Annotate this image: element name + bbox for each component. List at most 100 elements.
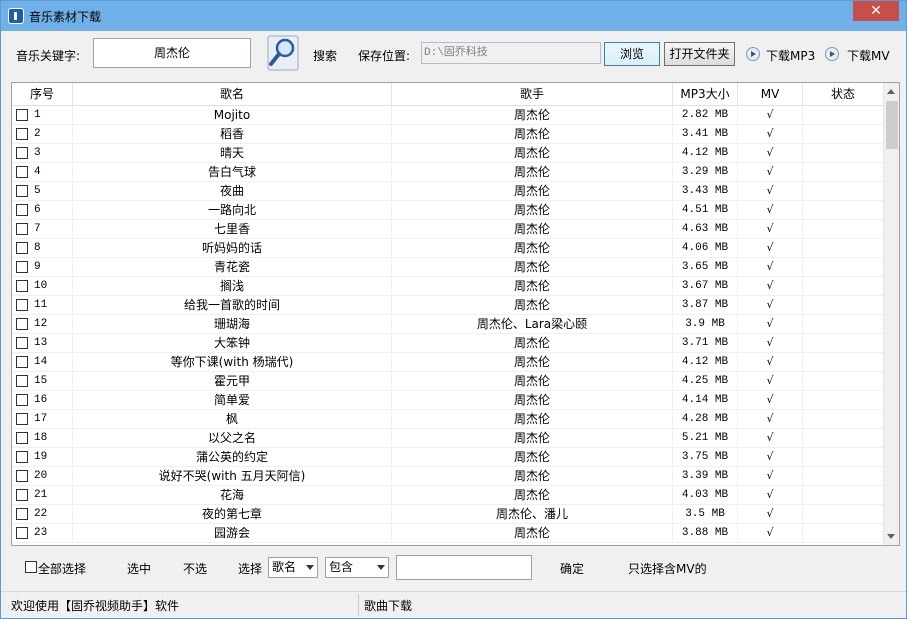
row-checkbox[interactable] [16, 147, 28, 159]
table-row[interactable]: 6 一路向北 周杰伦 4.51 MB √ [12, 201, 884, 220]
col-header-title[interactable]: 歌名 [73, 83, 392, 105]
cell-mv: √ [738, 505, 803, 524]
row-checkbox[interactable] [16, 299, 28, 311]
table-row[interactable]: 1 Mojito 周杰伦 2.82 MB √ [12, 106, 884, 125]
row-checkbox[interactable] [16, 318, 28, 330]
cell-status [803, 144, 884, 163]
table-row[interactable]: 11 给我一首歌的时间 周杰伦 3.87 MB √ [12, 296, 884, 315]
song-table[interactable]: 序号 歌名 歌手 MP3大小 MV 状态 1 Mojito 周杰伦 2.82 MB √ 2… [11, 82, 900, 546]
table-row[interactable]: 10 搁浅 周杰伦 3.67 MB √ [12, 277, 884, 296]
row-checkbox[interactable] [16, 128, 28, 140]
mv-only-button[interactable]: 只选择含MV的 [628, 560, 707, 577]
select-checked-button[interactable]: 选中 [127, 560, 151, 577]
table-row[interactable]: 8 听妈妈的话 周杰伦 4.06 MB √ [12, 239, 884, 258]
search-icon[interactable] [267, 35, 299, 71]
keyword-input[interactable]: 周杰伦 [93, 38, 251, 68]
cell-no: 17 [12, 410, 73, 429]
scroll-thumb[interactable] [886, 101, 898, 149]
row-checkbox[interactable] [16, 242, 28, 254]
row-checkbox[interactable] [16, 413, 28, 425]
cell-no-text: 17 [34, 413, 48, 425]
save-location-label: 保存位置: [358, 49, 411, 63]
cell-no: 7 [12, 220, 73, 239]
table-row[interactable]: 2 稻香 周杰伦 3.41 MB √ [12, 125, 884, 144]
row-checkbox[interactable] [16, 204, 28, 216]
cell-title-text: 花海 [219, 488, 244, 502]
row-checkbox[interactable] [16, 356, 28, 368]
table-row[interactable]: 16 简单爱 周杰伦 4.14 MB √ [12, 391, 884, 410]
open-folder-button[interactable]: 打开文件夹 [664, 42, 735, 66]
table-row[interactable]: 20 说好不哭(with 五月天阿信) 周杰伦 3.39 MB √ [12, 467, 884, 486]
cell-artist-text: 周杰伦 [513, 355, 550, 369]
browse-button[interactable]: 浏览 [604, 42, 660, 66]
row-checkbox[interactable] [16, 394, 28, 406]
row-checkbox[interactable] [16, 432, 28, 444]
cell-size: 4.03 MB [673, 486, 738, 505]
table-row[interactable]: 4 告白气球 周杰伦 3.29 MB √ [12, 163, 884, 182]
cell-size-text: 4.28 MB [681, 413, 729, 425]
cell-no: 18 [12, 429, 73, 448]
search-label[interactable]: 搜索 [313, 47, 337, 64]
row-checkbox[interactable] [16, 280, 28, 292]
cell-title: 搁浅 [73, 277, 392, 296]
table-row[interactable]: 23 园游会 周杰伦 3.88 MB √ [12, 524, 884, 543]
field-select[interactable]: 歌名 [268, 557, 318, 578]
table-row[interactable]: 9 青花瓷 周杰伦 3.65 MB √ [12, 258, 884, 277]
cell-artist-text: 周杰伦 [513, 146, 550, 160]
cell-artist-text: 周杰伦 [513, 412, 550, 426]
select-all-label[interactable]: 全部选择 [38, 560, 86, 577]
row-checkbox[interactable] [16, 489, 28, 501]
table-row[interactable]: 13 大笨钟 周杰伦 3.71 MB √ [12, 334, 884, 353]
table-row[interactable]: 19 蒲公英的约定 周杰伦 3.75 MB √ [12, 448, 884, 467]
toolbar: 音乐关键字: 周杰伦 搜索 保存位置: D:\固乔科技 浏览 打开文件夹 下载M… [1, 31, 906, 77]
row-checkbox[interactable] [16, 451, 28, 463]
col-header-status[interactable]: 状态 [803, 83, 884, 105]
cell-mv: √ [738, 353, 803, 372]
row-checkbox[interactable] [16, 166, 28, 178]
confirm-button[interactable]: 确定 [560, 560, 584, 577]
cell-size-text: 4.14 MB [681, 394, 729, 406]
cell-mv-text: √ [766, 203, 774, 216]
cell-title-text: Mojito [213, 108, 251, 122]
table-row[interactable]: 14 等你下课(with 杨瑞代) 周杰伦 4.12 MB √ [12, 353, 884, 372]
table-row[interactable]: 21 花海 周杰伦 4.03 MB √ [12, 486, 884, 505]
scroll-up-icon[interactable] [887, 89, 895, 94]
vertical-scrollbar[interactable] [883, 83, 899, 545]
cell-no: 21 [12, 486, 73, 505]
filter-text-input[interactable] [396, 555, 532, 580]
cell-status [803, 353, 884, 372]
select-all-checkbox[interactable] [25, 561, 37, 573]
row-checkbox[interactable] [16, 508, 28, 520]
row-checkbox[interactable] [16, 185, 28, 197]
row-checkbox[interactable] [16, 375, 28, 387]
table-row[interactable]: 3 晴天 周杰伦 4.12 MB √ [12, 144, 884, 163]
cell-mv-text: √ [766, 108, 774, 121]
table-row[interactable]: 18 以父之名 周杰伦 5.21 MB √ [12, 429, 884, 448]
table-row[interactable]: 17 枫 周杰伦 4.28 MB √ [12, 410, 884, 429]
table-row[interactable]: 5 夜曲 周杰伦 3.43 MB √ [12, 182, 884, 201]
download-mv-button[interactable]: 下载MV [847, 47, 890, 64]
row-checkbox[interactable] [16, 337, 28, 349]
deselect-button[interactable]: 不选 [183, 560, 207, 577]
cell-title-text: 简单爱 [213, 393, 250, 407]
row-checkbox[interactable] [16, 470, 28, 482]
table-row[interactable]: 22 夜的第七章 周杰伦、潘儿 3.5 MB √ [12, 505, 884, 524]
row-checkbox[interactable] [16, 109, 28, 121]
cell-no: 12 [12, 315, 73, 334]
download-mp3-button[interactable]: 下载MP3 [766, 47, 815, 64]
row-checkbox[interactable] [16, 223, 28, 235]
col-header-no[interactable]: 序号 [12, 83, 73, 105]
table-row[interactable]: 15 霍元甲 周杰伦 4.25 MB √ [12, 372, 884, 391]
col-header-size[interactable]: MP3大小 [673, 83, 738, 105]
cell-mv: √ [738, 524, 803, 543]
table-row[interactable]: 7 七里香 周杰伦 4.63 MB √ [12, 220, 884, 239]
mode-select[interactable]: 包含 [325, 557, 389, 578]
col-header-artist[interactable]: 歌手 [392, 83, 673, 105]
save-path-field[interactable]: D:\固乔科技 [421, 42, 601, 64]
row-checkbox[interactable] [16, 261, 28, 273]
col-header-mv[interactable]: MV [738, 83, 803, 105]
close-button[interactable]: ✕ [853, 1, 899, 21]
table-row[interactable]: 12 珊瑚海 周杰伦、Lara梁心颐 3.9 MB √ [12, 315, 884, 334]
scroll-down-icon[interactable] [887, 534, 895, 539]
row-checkbox[interactable] [16, 527, 28, 539]
